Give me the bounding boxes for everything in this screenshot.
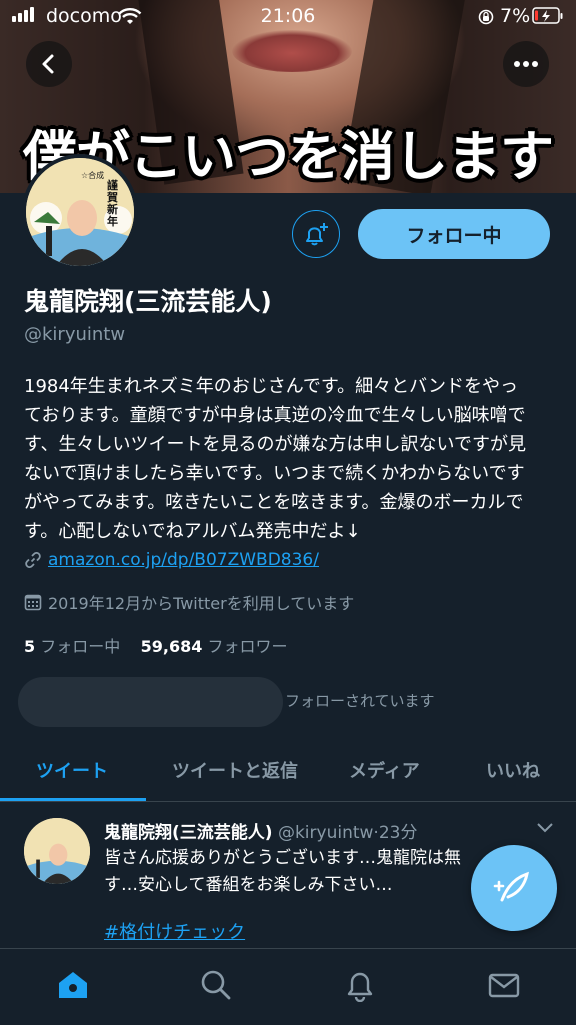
- display-name: 鬼龍院翔(三流芸能人): [24, 287, 272, 316]
- tweet-author-handle: @kiryuintw: [277, 823, 374, 843]
- tab-tweets[interactable]: ツイート: [36, 757, 108, 783]
- avatar-badge-top: ☆合成: [81, 171, 105, 180]
- tweet-author-name[interactable]: 鬼龍院翔(三流芸能人): [104, 823, 273, 843]
- tab-likes[interactable]: いいね: [486, 757, 540, 783]
- avatar-badge-main: 謹賀新年: [107, 179, 118, 228]
- following-count: 5: [24, 637, 36, 656]
- compose-feather-icon: [493, 871, 529, 902]
- following-count-link[interactable]: 5 フォロー中: [24, 637, 120, 656]
- followed-by-avatars-redacted[interactable]: [18, 677, 283, 727]
- profile-website-link[interactable]: amazon.co.jp/dp/B07ZWBD836/: [48, 550, 319, 570]
- tweet-hashtag[interactable]: #格付けチェック: [104, 918, 245, 944]
- followers-count-link[interactable]: 59,684 フォロワー: [141, 637, 288, 656]
- bell-icon: [347, 972, 373, 1002]
- joined-date-row: 2019年12月からTwitterを利用しています: [24, 590, 354, 614]
- following-button[interactable]: フォロー中: [358, 209, 550, 259]
- profile-avatar[interactable]: ☆合成 謹賀新年: [22, 154, 138, 270]
- battery-percent: 7%: [500, 5, 531, 27]
- followers-count: 59,684: [140, 637, 203, 656]
- nav-search[interactable]: [196, 965, 236, 1005]
- tab-media[interactable]: メディア: [349, 757, 420, 783]
- link-icon: [25, 552, 41, 568]
- nav-messages[interactable]: [484, 965, 524, 1005]
- notifications-toggle-button[interactable]: [292, 210, 340, 258]
- active-tab-indicator: [0, 798, 146, 801]
- tweet-header: 鬼龍院翔(三流芸能人) @kiryuintw·23分: [104, 823, 418, 843]
- followers-label: フォロワー: [207, 637, 288, 656]
- chevron-down-icon[interactable]: [536, 821, 554, 835]
- tweet-avatar-image: [24, 818, 90, 884]
- nav-notifications[interactable]: [340, 965, 380, 1005]
- follow-counts: 5 フォロー中 59,684 フォロワー: [24, 633, 287, 657]
- bottom-navigation: [0, 948, 576, 1025]
- tab-tweets-and-replies[interactable]: ツイートと返信: [172, 757, 298, 783]
- back-button[interactable]: [26, 41, 72, 87]
- following-label: フォロー中: [40, 637, 121, 656]
- compose-tweet-button[interactable]: [471, 845, 557, 931]
- followed-by-text: フォローされています: [285, 692, 435, 710]
- back-arrow-icon: [42, 54, 54, 74]
- tweet-time: 23分: [378, 823, 418, 843]
- orientation-lock-icon: [478, 9, 494, 25]
- user-handle: @kiryuintw: [24, 324, 126, 345]
- more-dots-icon: [514, 61, 538, 67]
- joined-date: 2019年12月からTwitterを利用しています: [48, 594, 355, 613]
- bell-plus-icon: [306, 223, 328, 246]
- tweet-author-avatar[interactable]: [24, 818, 90, 884]
- profile-link-row: amazon.co.jp/dp/B07ZWBD836/: [24, 550, 319, 570]
- nav-home[interactable]: [53, 965, 93, 1005]
- tweet-text: 皆さん応援ありがとうございます…鬼龍院は無 す…安心して番組をお楽しみ下さい…: [104, 848, 461, 895]
- calendar-icon: [24, 594, 42, 611]
- search-icon: [201, 970, 231, 1000]
- home-icon: [59, 972, 87, 998]
- status-bar: docomo 21:06 7%: [0, 0, 576, 32]
- tabs-divider: [0, 801, 576, 802]
- mail-icon: [488, 973, 520, 998]
- battery-icon: [532, 7, 563, 24]
- profile-bio: 1984年生まれネズミ年のおじさんです。細々とバンドをやっ ております。童顔です…: [24, 376, 527, 542]
- more-options-button[interactable]: [503, 41, 549, 87]
